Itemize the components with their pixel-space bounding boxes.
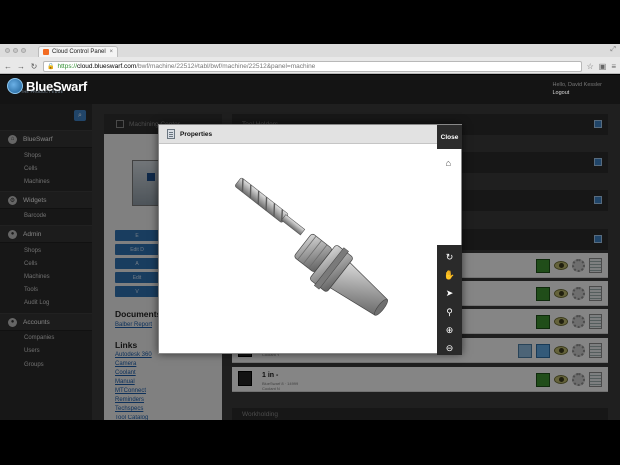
window-controls (5, 48, 26, 53)
3d-viewport[interactable] (159, 145, 437, 353)
favicon-icon (43, 49, 49, 55)
close-button[interactable]: Close (437, 125, 462, 149)
logout-link[interactable]: Logout (552, 90, 602, 96)
tab-close-icon[interactable]: × (109, 49, 113, 55)
zoom-in-icon[interactable]: ⊕ (443, 324, 457, 337)
address-bar[interactable]: 🔒 https://cloud.blueswarf.com/bwf/machin… (43, 60, 582, 72)
modal-header: Properties (159, 125, 461, 144)
logo-tagline: THE PRODUCT EDGE (21, 90, 64, 94)
forward-arrow-icon[interactable]: → (17, 62, 25, 71)
browser-chrome: Cloud Control Panel × ⤢ ← → ↻ 🔒 https://… (0, 44, 620, 74)
star-icon[interactable]: ☆ (587, 62, 594, 71)
home-view-icon[interactable]: ⌂ (446, 158, 451, 168)
back-arrow-icon[interactable]: ← (4, 62, 12, 71)
tab-title: Cloud Control Panel (52, 49, 106, 55)
tab-bar: Cloud Control Panel × ⤢ (0, 44, 620, 57)
properties-icon (167, 129, 175, 139)
fullscreen-icon[interactable]: ⤢ (610, 46, 616, 54)
modal-title: Properties (180, 130, 213, 138)
select-arrow-icon[interactable]: ➤ (443, 287, 457, 300)
tool-holder-model (235, 177, 388, 316)
reload-icon[interactable]: ↻ (30, 62, 38, 71)
close-window-icon[interactable] (5, 48, 10, 53)
zoom-window-icon[interactable] (21, 48, 26, 53)
lock-icon: 🔒 (47, 63, 55, 70)
zoom-window-icon[interactable]: ⚲ (443, 306, 457, 319)
url-scheme: https:// (57, 62, 77, 70)
user-menu: Hello, David Kessler Logout (552, 82, 602, 96)
minimize-window-icon[interactable] (13, 48, 18, 53)
url-path: /bwf/machine/22512#tabl/bwf/machine/2251… (136, 62, 316, 70)
browser-toolbar: ← → ↻ 🔒 https://cloud.blueswarf.com/bwf/… (0, 58, 620, 74)
rotate-icon[interactable]: ↻ (443, 251, 457, 264)
user-greeting: Hello, David Kessler (552, 82, 602, 88)
viewer-toolbar: ↻ ✋ ➤ ⚲ ⊕ ⊖ (437, 245, 462, 355)
pan-hand-icon[interactable]: ✋ (443, 269, 457, 282)
menu-icon[interactable]: ≡ (611, 62, 616, 71)
browser-tab[interactable]: Cloud Control Panel × (38, 46, 118, 57)
properties-modal: Properties Close ⌂ ↻ ✋ ➤ ⚲ ⊕ ⊖ (158, 124, 462, 355)
extension-icon[interactable]: ▣ (599, 62, 607, 71)
app-header: BlueSwarf THE PRODUCT EDGE Hello, David … (0, 75, 620, 104)
url-host: cloud.blueswarf.com (77, 62, 137, 70)
zoom-out-icon[interactable]: ⊖ (443, 342, 457, 355)
